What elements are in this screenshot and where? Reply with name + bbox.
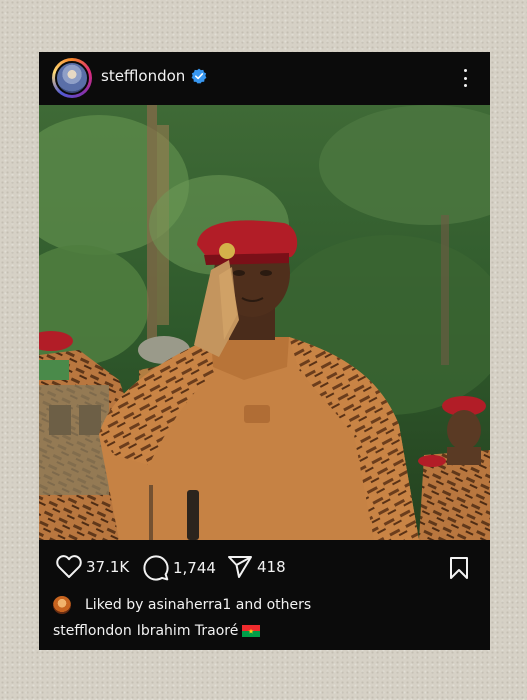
post-actions: 37.1K 1,744 418: [39, 552, 490, 584]
caption-username[interactable]: stefflondon: [53, 623, 132, 639]
shares-count: 418: [257, 558, 286, 576]
share-action[interactable]: 418: [227, 555, 286, 579]
comment-action[interactable]: 1,744: [143, 555, 216, 581]
burkina-faso-flag-icon: [242, 625, 261, 637]
comment-icon: [143, 555, 169, 581]
liked-by-line[interactable]: Liked by asinaherra1 and others: [53, 596, 311, 614]
post-header: stefflondon: [39, 52, 490, 105]
post-username[interactable]: stefflondon: [101, 67, 185, 85]
post-photo-illustration: [39, 105, 490, 540]
liker-avatar: [53, 596, 71, 614]
likes-count: 37.1K: [86, 558, 130, 576]
liked-by-text: Liked by asinaherra1 and others: [85, 597, 312, 613]
bookmark-icon[interactable]: [449, 556, 469, 580]
avatar-image: [55, 61, 89, 95]
share-icon: [228, 556, 252, 578]
heart-icon: [56, 555, 82, 578]
like-action[interactable]: 37.1K: [56, 555, 129, 579]
post-photo[interactable]: [39, 105, 490, 540]
caption-text: Ibrahim Traoré: [136, 623, 239, 639]
more-options-icon[interactable]: [459, 66, 471, 90]
profile-avatar[interactable]: [52, 58, 92, 98]
caption: stefflondon Ibrahim Traoré: [53, 623, 261, 639]
verified-badge-icon: [191, 68, 207, 84]
comments-count: 1,744: [173, 559, 216, 577]
instagram-post-card: stefflondon 37.1K 1,744 418 Liked by asi…: [39, 52, 490, 650]
